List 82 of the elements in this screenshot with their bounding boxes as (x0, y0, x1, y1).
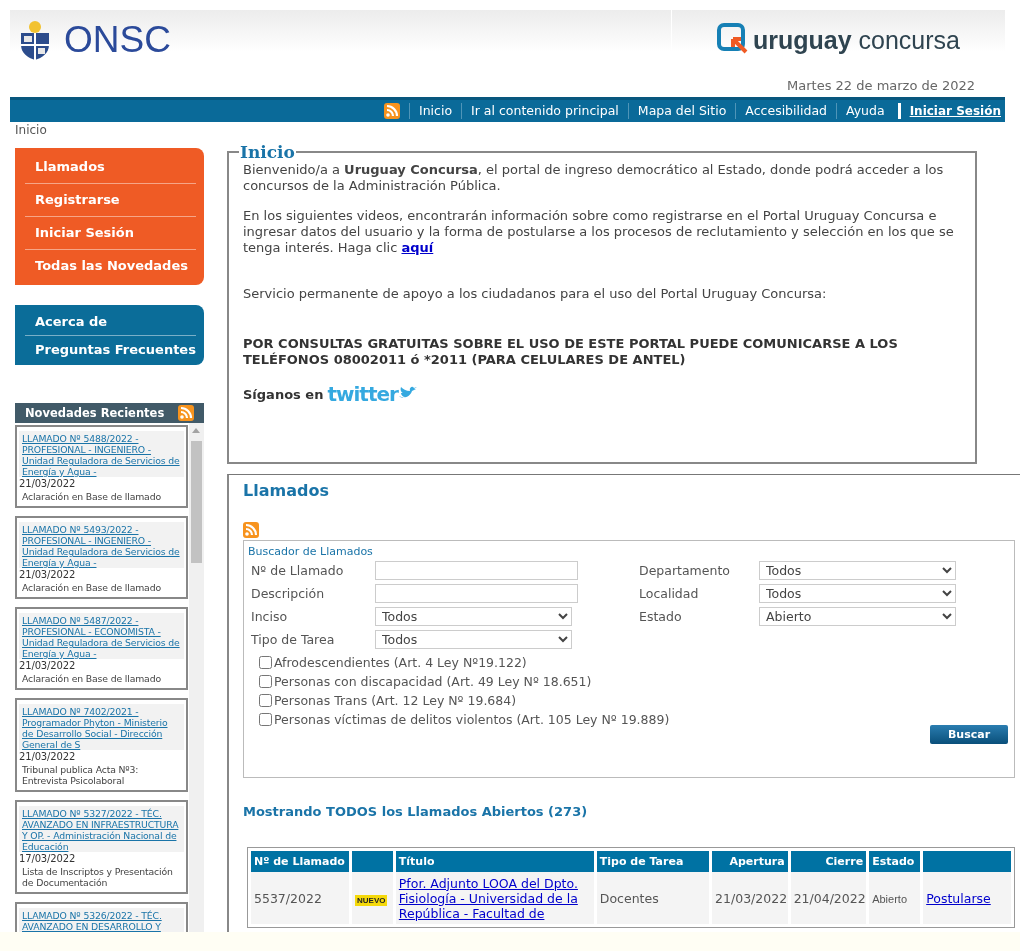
nav-link[interactable]: Inicio (409, 103, 462, 119)
field-label: Nº de Llamado (251, 563, 345, 578)
paragraph: Bienvenido/a a Uruguay Concursa, el portal de ingreso democrático al Estado, donde podrá acceder a los concursos de la Administración Pública. (243, 162, 945, 194)
portal-logo: uruguay concursa (753, 25, 960, 55)
input-field[interactable] (375, 561, 578, 580)
breadcrumb-item[interactable]: Inicio (15, 123, 47, 137)
column-header: Apertura (712, 851, 788, 872)
field-label: Tipo de Tarea (251, 632, 336, 647)
news-link[interactable]: LLAMADO Nº 5326/2022 - TÉC. AVANZADO EN DESARROLLO Y (19, 908, 184, 932)
input-field[interactable] (375, 584, 578, 603)
menu-item[interactable]: Todas las Novedades (25, 250, 196, 282)
nav-link[interactable]: Accesibilidad (735, 103, 836, 119)
date-text: Martes 22 de marzo de 2022 (786, 77, 976, 95)
table-cell: 5537/2022 (251, 872, 349, 924)
news-link[interactable]: LLAMADO Nº 5487/2022 - PROFESIONAL - ECONOMISTA - Unidad Reguladora de Servicios de Energía y Agua - (19, 613, 184, 659)
table-cell: Docentes (596, 872, 710, 924)
follow-label: Síganos en (243, 386, 324, 402)
menu-item[interactable]: Llamados (25, 151, 196, 184)
new-badge: NUEVO (355, 894, 388, 906)
field-label: Descripción (251, 586, 326, 601)
column-header: Título (395, 851, 594, 872)
field-label: Estado (639, 609, 683, 624)
dropdown[interactable]: Abierto (759, 607, 956, 626)
link[interactable]: aquí (401, 240, 434, 255)
news-title: Novedades Recientes (25, 406, 165, 420)
news-date: 21/03/2022 (19, 568, 77, 580)
scrollbar[interactable] (189, 423, 204, 932)
dropdown[interactable]: Todos (375, 607, 572, 626)
news-link[interactable]: LLAMADO Nº 5493/2022 - PROFESIONAL - INGENIERO - Unidad Reguladora de Servicios de Energía y Agua - (19, 522, 184, 568)
column-header: Nº de Llamado (251, 851, 349, 872)
checkbox[interactable] (259, 675, 272, 688)
news-note: Aclaración en Base de llamado (21, 581, 162, 593)
column-header: Estado (869, 851, 921, 872)
checkbox-label: Personas Trans (Art. 12 Ley Nº 19.684) (274, 693, 517, 708)
menu-item[interactable]: Registrarse (25, 184, 196, 217)
news-date: 21/03/2022 (19, 659, 77, 671)
nav-link[interactable]: Ayuda (836, 103, 894, 119)
menu-item[interactable]: Preguntas Frecuentes (25, 336, 196, 363)
section-title: Llamados (243, 481, 330, 500)
dropdown[interactable]: Todos (759, 584, 956, 603)
rss-icon[interactable] (178, 405, 195, 421)
search-button[interactable]: Buscar (930, 725, 1008, 744)
news-note: Aclaración en Base de llamado (21, 490, 162, 502)
panel-title: Inicio (239, 142, 296, 162)
dropdown[interactable]: Todos (759, 561, 956, 580)
checkbox[interactable] (259, 656, 272, 669)
checkbox-label: Personas víctimas de delitos violentos (Art. 105 Ley Nº 19.889) (274, 712, 670, 727)
results-summary: Mostrando TODOS los Llamados Abiertos (273) (243, 804, 589, 819)
paragraph: En los siguientes videos, encontrarán información sobre como registrarse en el Portal Uruguay Concursa e ingresar datos del usuario y la forma de postularse a los procesos de reclutamiento y selección en los que se tenga interés. Haga clic aquí (243, 208, 955, 256)
news-link[interactable]: LLAMADO Nº 5488/2022 - PROFESIONAL - INGENIERO - Unidad Reguladora de Servicios de Energía y Agua - (19, 431, 184, 477)
table-cell: Abierto (872, 892, 907, 905)
field-label: Localidad (639, 586, 700, 601)
column-header: Tipo de Tarea (596, 851, 710, 872)
news-date: 21/03/2022 (19, 477, 77, 489)
org-logo: ONSC (64, 19, 171, 61)
column-header (352, 851, 393, 872)
menu-item[interactable]: Acerca de (25, 308, 196, 336)
news-link[interactable]: LLAMADO Nº 7402/2021 - Programador Phyton - Ministerio de Desarrollo Social - Dirección General de S (19, 704, 184, 750)
checkbox-label: Afrodescendientes (Art. 4 Ley Nº19.122) (274, 655, 527, 670)
checkbox-label: Personas con discapacidad (Art. 49 Ley Nº 18.651) (274, 674, 592, 689)
news-note: Aclaración en Base de llamado (21, 672, 162, 684)
nav-link[interactable]: Mapa del Sitio (627, 103, 736, 119)
table-cell: 21/03/2022 (712, 872, 788, 924)
field-label: Departamento (639, 563, 731, 578)
news-date: 17/03/2022 (19, 852, 77, 864)
checkbox[interactable] (259, 713, 272, 726)
login-link[interactable]: Iniciar Sesión (897, 103, 1005, 119)
news-note: Lista de Inscriptos y Presentación de Documentación (21, 865, 174, 888)
dropdown[interactable]: Todos (375, 630, 572, 649)
table-cell: 21/04/2022 (790, 872, 867, 924)
paragraph: Servicio permanente de apoyo a los ciudadanos para el uso del Portal Uruguay Concursa: (243, 286, 828, 302)
news-date: 21/03/2022 (19, 750, 77, 762)
nav-link[interactable]: Ir al contenido principal (461, 103, 628, 119)
field-label: Inciso (251, 609, 289, 624)
notice-text: POR CONSULTAS GRATUITAS SOBRE EL USO DE ESTE PORTAL PUEDE COMUNICARSE A LOS TELÉFONOS 08002011 ó *2011 (PARA CELULARES DE ANTEL) (243, 336, 899, 368)
news-link[interactable]: LLAMADO Nº 5327/2022 - TÉC. AVANZADO EN INFRAESTRUCTURA Y OP. - Administración Nacional de Educación (19, 806, 184, 852)
search-title: Buscador de Llamados (248, 545, 374, 558)
column-header: Cierre (790, 851, 867, 872)
menu-item[interactable]: Iniciar Sesión (25, 217, 196, 250)
rss-icon[interactable] (384, 103, 400, 119)
checkbox[interactable] (259, 694, 272, 707)
news-note: Tribunal publica Acta Nº3: Entrevista Psicolaboral (21, 763, 140, 786)
